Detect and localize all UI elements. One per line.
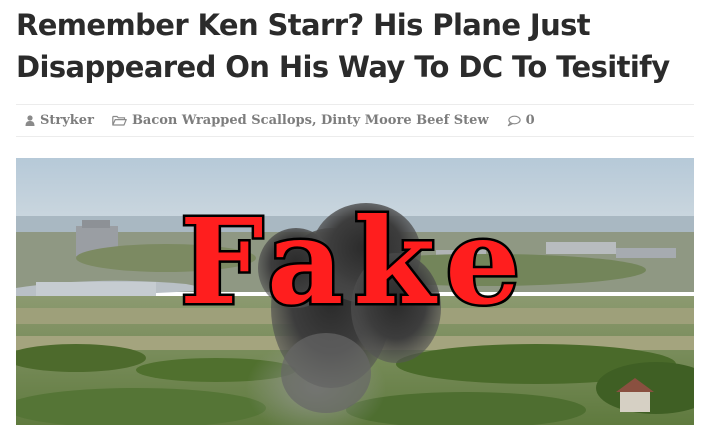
folder-icon [112,115,127,126]
comments-meta: 0 [507,113,535,128]
category-links[interactable]: Bacon Wrapped Scallops, Dinty Moore Beef… [132,113,489,128]
article-meta: Stryker Bacon Wrapped Scallops, Dinty Mo… [16,104,694,137]
user-icon [25,115,35,126]
categories-meta: Bacon Wrapped Scallops, Dinty Moore Beef… [112,113,489,128]
author-meta: Stryker [25,113,94,128]
author-link[interactable]: Stryker [40,113,94,128]
article-title: Remember Ken Starr? His Plane Just Disap… [16,8,670,84]
featured-image[interactable]: Fake [16,158,694,425]
fake-stamp: Fake [177,192,531,331]
comments-link[interactable]: 0 [526,113,535,128]
comment-icon [507,115,521,127]
